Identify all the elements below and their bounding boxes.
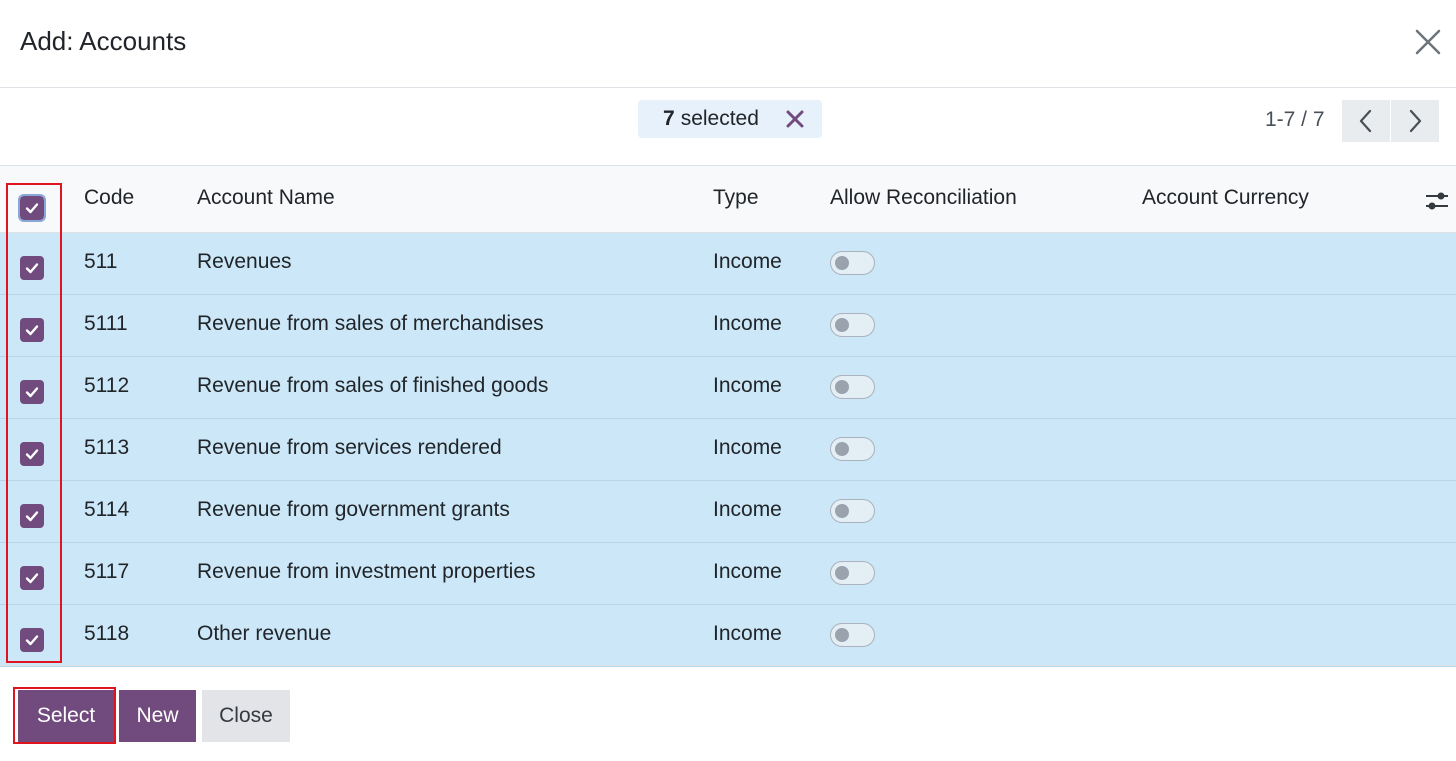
column-header-allow-reconciliation[interactable]: Allow Reconciliation — [830, 186, 1017, 210]
toggle-knob — [835, 318, 849, 332]
close-icon[interactable] — [1410, 24, 1446, 60]
check-icon — [25, 635, 39, 646]
cell-code: 5114 — [84, 498, 130, 521]
clear-selection-icon[interactable] — [783, 107, 807, 131]
check-icon — [25, 203, 39, 214]
cell-account-name: Revenue from services rendered — [197, 436, 502, 459]
check-icon — [25, 449, 39, 460]
new-button[interactable]: New — [119, 690, 196, 742]
row-checkbox[interactable] — [20, 380, 44, 404]
row-checkbox[interactable] — [20, 504, 44, 528]
cell-code: 5118 — [84, 622, 130, 645]
check-icon — [25, 263, 39, 274]
cell-account-name: Revenue from government grants — [197, 498, 510, 521]
toggle-knob — [835, 380, 849, 394]
toggle-knob — [835, 504, 849, 518]
toggle-knob — [835, 442, 849, 456]
selection-count: 7 — [663, 107, 675, 130]
toggle-knob — [835, 628, 849, 642]
dialog-title: Add: Accounts — [20, 26, 187, 56]
chevron-left-icon — [1359, 109, 1372, 133]
allow-reconciliation-toggle[interactable] — [830, 437, 875, 461]
column-header-account-currency[interactable]: Account Currency — [1142, 186, 1309, 210]
table-header: Code Account Name Type Allow Reconciliat… — [0, 166, 1456, 233]
check-icon — [25, 387, 39, 398]
column-header-type[interactable]: Type — [713, 186, 759, 210]
cell-type: Income — [713, 250, 782, 273]
list-toolbar: 7 selected 1-7 / 7 — [0, 88, 1456, 166]
cell-account-name: Revenue from investment properties — [197, 560, 536, 583]
allow-reconciliation-toggle[interactable] — [830, 251, 875, 275]
table-row[interactable]: 5113 Revenue from services rendered Income — [0, 419, 1456, 481]
cell-code: 511 — [84, 250, 118, 273]
row-checkbox[interactable] — [20, 628, 44, 652]
row-checkbox[interactable] — [20, 318, 44, 342]
cell-code: 5111 — [84, 312, 128, 335]
allow-reconciliation-toggle[interactable] — [830, 561, 875, 585]
cell-type: Income — [713, 436, 782, 459]
selection-label: selected — [680, 107, 759, 130]
selection-badge: 7 selected — [638, 100, 822, 138]
cell-code: 5117 — [84, 560, 130, 583]
row-checkbox[interactable] — [20, 442, 44, 466]
check-icon — [25, 511, 39, 522]
chevron-right-icon — [1409, 109, 1422, 133]
toggle-knob — [835, 566, 849, 580]
column-header-code[interactable]: Code — [84, 186, 134, 210]
cell-account-name: Revenue from sales of finished goods — [197, 374, 549, 397]
pager-previous-button[interactable] — [1342, 100, 1390, 142]
check-icon — [25, 325, 39, 336]
row-checkbox[interactable] — [20, 566, 44, 590]
table-row[interactable]: 5112 Revenue from sales of finished goods… — [0, 357, 1456, 419]
allow-reconciliation-toggle[interactable] — [830, 623, 875, 647]
dialog-footer: Select New Close — [0, 665, 1456, 761]
column-header-account-name[interactable]: Account Name — [197, 186, 335, 210]
allow-reconciliation-toggle[interactable] — [830, 375, 875, 399]
optional-columns-icon[interactable] — [1424, 188, 1450, 214]
allow-reconciliation-toggle[interactable] — [830, 499, 875, 523]
row-checkbox[interactable] — [20, 256, 44, 280]
cell-account-name: Revenues — [197, 250, 292, 273]
table-row[interactable]: 5118 Other revenue Income — [0, 605, 1456, 667]
cell-type: Income — [713, 622, 782, 645]
cell-account-name: Other revenue — [197, 622, 332, 645]
check-icon — [25, 573, 39, 584]
cell-code: 5112 — [84, 374, 130, 397]
allow-reconciliation-toggle[interactable] — [830, 313, 875, 337]
cell-type: Income — [713, 374, 782, 397]
close-button[interactable]: Close — [202, 690, 290, 742]
pager-value[interactable]: 1-7 / 7 — [1265, 108, 1325, 132]
dialog-header: Add: Accounts — [0, 0, 1456, 88]
table-row[interactable]: 5114 Revenue from government grants Income — [0, 481, 1456, 543]
toggle-knob — [835, 256, 849, 270]
cell-type: Income — [713, 498, 782, 521]
table-row[interactable]: 511 Revenues Income — [0, 233, 1456, 295]
cell-code: 5113 — [84, 436, 130, 459]
select-all-checkbox[interactable] — [18, 194, 46, 222]
cell-type: Income — [713, 560, 782, 583]
table-row[interactable]: 5111 Revenue from sales of merchandises In… — [0, 295, 1456, 357]
table-row[interactable]: 5117 Revenue from investment properties In… — [0, 543, 1456, 605]
cell-type: Income — [713, 312, 782, 335]
pager-next-button[interactable] — [1391, 100, 1439, 142]
select-button[interactable]: Select — [18, 690, 114, 742]
cell-account-name: Revenue from sales of merchandises — [197, 312, 544, 335]
